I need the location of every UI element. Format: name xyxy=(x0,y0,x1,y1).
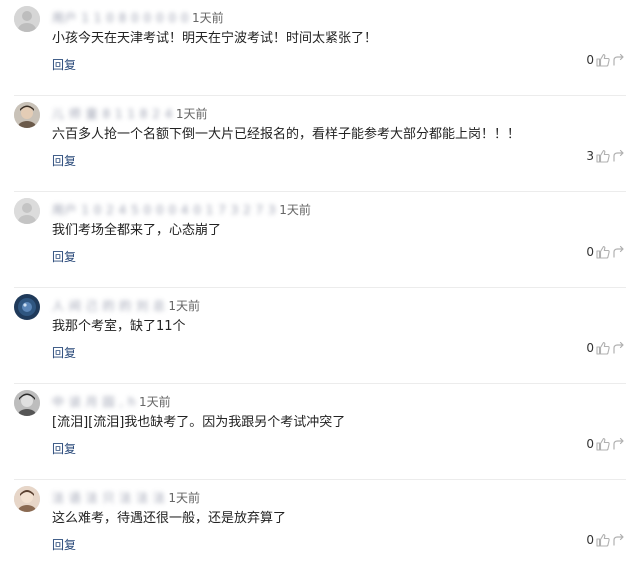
like-button[interactable]: 0 xyxy=(586,53,626,67)
username[interactable]: 法 语 法 只 法 法 法 xyxy=(52,489,165,506)
share-icon xyxy=(613,437,624,450)
username[interactable]: 用户 1 1 0 8 0 0 0 0 0 xyxy=(52,9,189,26)
comment-meta: 法 语 法 只 法 法 法 1天前 xyxy=(52,488,200,506)
comment-text: 小孩今天在天津考试！明天在宁波考试！时间太紧张了！ xyxy=(52,31,378,46)
photo-avatar-icon xyxy=(14,102,40,128)
comment-text: 我那个考室，缺了11个 xyxy=(52,319,186,334)
reply-button[interactable]: 回复 xyxy=(52,440,76,457)
comment-time: 1天前 xyxy=(139,394,171,409)
comment-time: 1天前 xyxy=(192,10,224,25)
share-button[interactable] xyxy=(612,533,626,547)
like-button[interactable]: 0 xyxy=(586,245,626,259)
like-button[interactable]: 3 xyxy=(586,149,626,163)
user-avatar[interactable] xyxy=(14,102,40,128)
comment-item: 用户 1 1 0 8 0 0 0 0 0 1天前 小孩今天在天津考试！明天在宁波… xyxy=(0,0,640,96)
like-button[interactable]: 0 xyxy=(586,341,626,355)
like-count: 0 xyxy=(586,533,594,547)
share-icon xyxy=(613,533,624,546)
share-icon xyxy=(613,53,624,66)
reply-button[interactable]: 回复 xyxy=(52,248,76,265)
share-button[interactable] xyxy=(612,341,626,355)
comment-list: 用户 1 1 0 8 0 0 0 0 0 1天前 小孩今天在天津考试！明天在宁波… xyxy=(0,0,640,568)
user-avatar[interactable] xyxy=(14,198,40,224)
username[interactable]: 儿 师 童 8 1 1 8 2 4 xyxy=(52,105,173,122)
like-count: 0 xyxy=(586,437,594,451)
like-count: 0 xyxy=(586,53,594,67)
share-icon xyxy=(613,245,624,258)
thumbs-up-icon[interactable] xyxy=(596,533,610,547)
comment-meta: 人 间 己 的 的 刘 总 1天前 xyxy=(52,296,200,314)
user-avatar[interactable] xyxy=(14,294,40,320)
reply-button[interactable]: 回复 xyxy=(52,344,76,361)
comment-text: 我们考场全都来了，心态崩了 xyxy=(52,223,222,238)
comment-meta: 用户 1 0 2 4 5 0 0 0 4 0 1 7 3 2 7 3 1天前 xyxy=(52,200,311,218)
user-avatar[interactable] xyxy=(14,486,40,512)
like-button[interactable]: 0 xyxy=(586,437,626,451)
user-avatar[interactable] xyxy=(14,390,40,416)
thumbs-up-icon[interactable] xyxy=(596,437,610,451)
thumbs-up-icon[interactable] xyxy=(596,245,610,259)
share-button[interactable] xyxy=(612,53,626,67)
comment-meta: 中 谈 月 园 , h 1天前 xyxy=(52,392,171,410)
comment-item: 人 间 己 的 的 刘 总 1天前 我那个考室，缺了11个 回复 0 xyxy=(0,288,640,384)
user-avatar[interactable] xyxy=(14,6,40,32)
comment-item: 用户 1 0 2 4 5 0 0 0 4 0 1 7 3 2 7 3 1天前 我… xyxy=(0,192,640,288)
share-icon xyxy=(613,341,624,354)
reply-button[interactable]: 回复 xyxy=(52,56,76,73)
comment-text: [流泪][流泪]我也缺考了。因为我跟另个考试冲突了 xyxy=(52,415,346,430)
comment-time: 1天前 xyxy=(168,298,201,313)
comment-item: 中 谈 月 园 , h 1天前 [流泪][流泪]我也缺考了。因为我跟另个考试冲突… xyxy=(0,384,640,480)
reply-button[interactable]: 回复 xyxy=(52,152,76,169)
share-button[interactable] xyxy=(612,149,626,163)
share-button[interactable] xyxy=(612,245,626,259)
reply-button[interactable]: 回复 xyxy=(52,536,76,553)
username[interactable]: 中 谈 月 园 , h xyxy=(52,393,136,410)
default-avatar-icon xyxy=(14,6,40,32)
comment-meta: 儿 师 童 8 1 1 8 2 4 1天前 xyxy=(52,104,207,122)
comment-item: 儿 师 童 8 1 1 8 2 4 1天前 六百多人抢一个名额下倒一大片已经报名… xyxy=(0,96,640,192)
thumbs-up-icon[interactable] xyxy=(596,53,610,67)
username[interactable]: 用户 1 0 2 4 5 0 0 0 4 0 1 7 3 2 7 3 xyxy=(52,201,276,218)
comment-item: 法 语 法 只 法 法 法 1天前 这么难考，待遇还很一般，还是放弃算了 回复 … xyxy=(0,480,640,576)
like-button[interactable]: 0 xyxy=(586,533,626,547)
comment-time: 1天前 xyxy=(175,106,208,121)
thumbs-up-icon[interactable] xyxy=(596,149,610,163)
share-button[interactable] xyxy=(612,437,626,451)
comment-time: 1天前 xyxy=(168,490,201,505)
like-count: 0 xyxy=(586,245,594,259)
username[interactable]: 人 间 己 的 的 刘 总 xyxy=(52,297,165,314)
comment-text: 这么难考，待遇还很一般，还是放弃算了 xyxy=(52,511,287,526)
like-count: 3 xyxy=(586,149,594,163)
photo-avatar-icon xyxy=(14,294,40,320)
thumbs-up-icon[interactable] xyxy=(596,341,610,355)
share-icon xyxy=(613,149,624,162)
comment-time: 1天前 xyxy=(279,202,311,217)
default-avatar-icon xyxy=(14,198,40,224)
photo-avatar-icon xyxy=(14,486,40,512)
comment-meta: 用户 1 1 0 8 0 0 0 0 0 1天前 xyxy=(52,8,224,26)
comment-text: 六百多人抢一个名额下倒一大片已经报名的，看样子能参考大部分都能上岗！！！ xyxy=(52,127,521,142)
photo-avatar-icon xyxy=(14,390,40,416)
like-count: 0 xyxy=(586,341,594,355)
